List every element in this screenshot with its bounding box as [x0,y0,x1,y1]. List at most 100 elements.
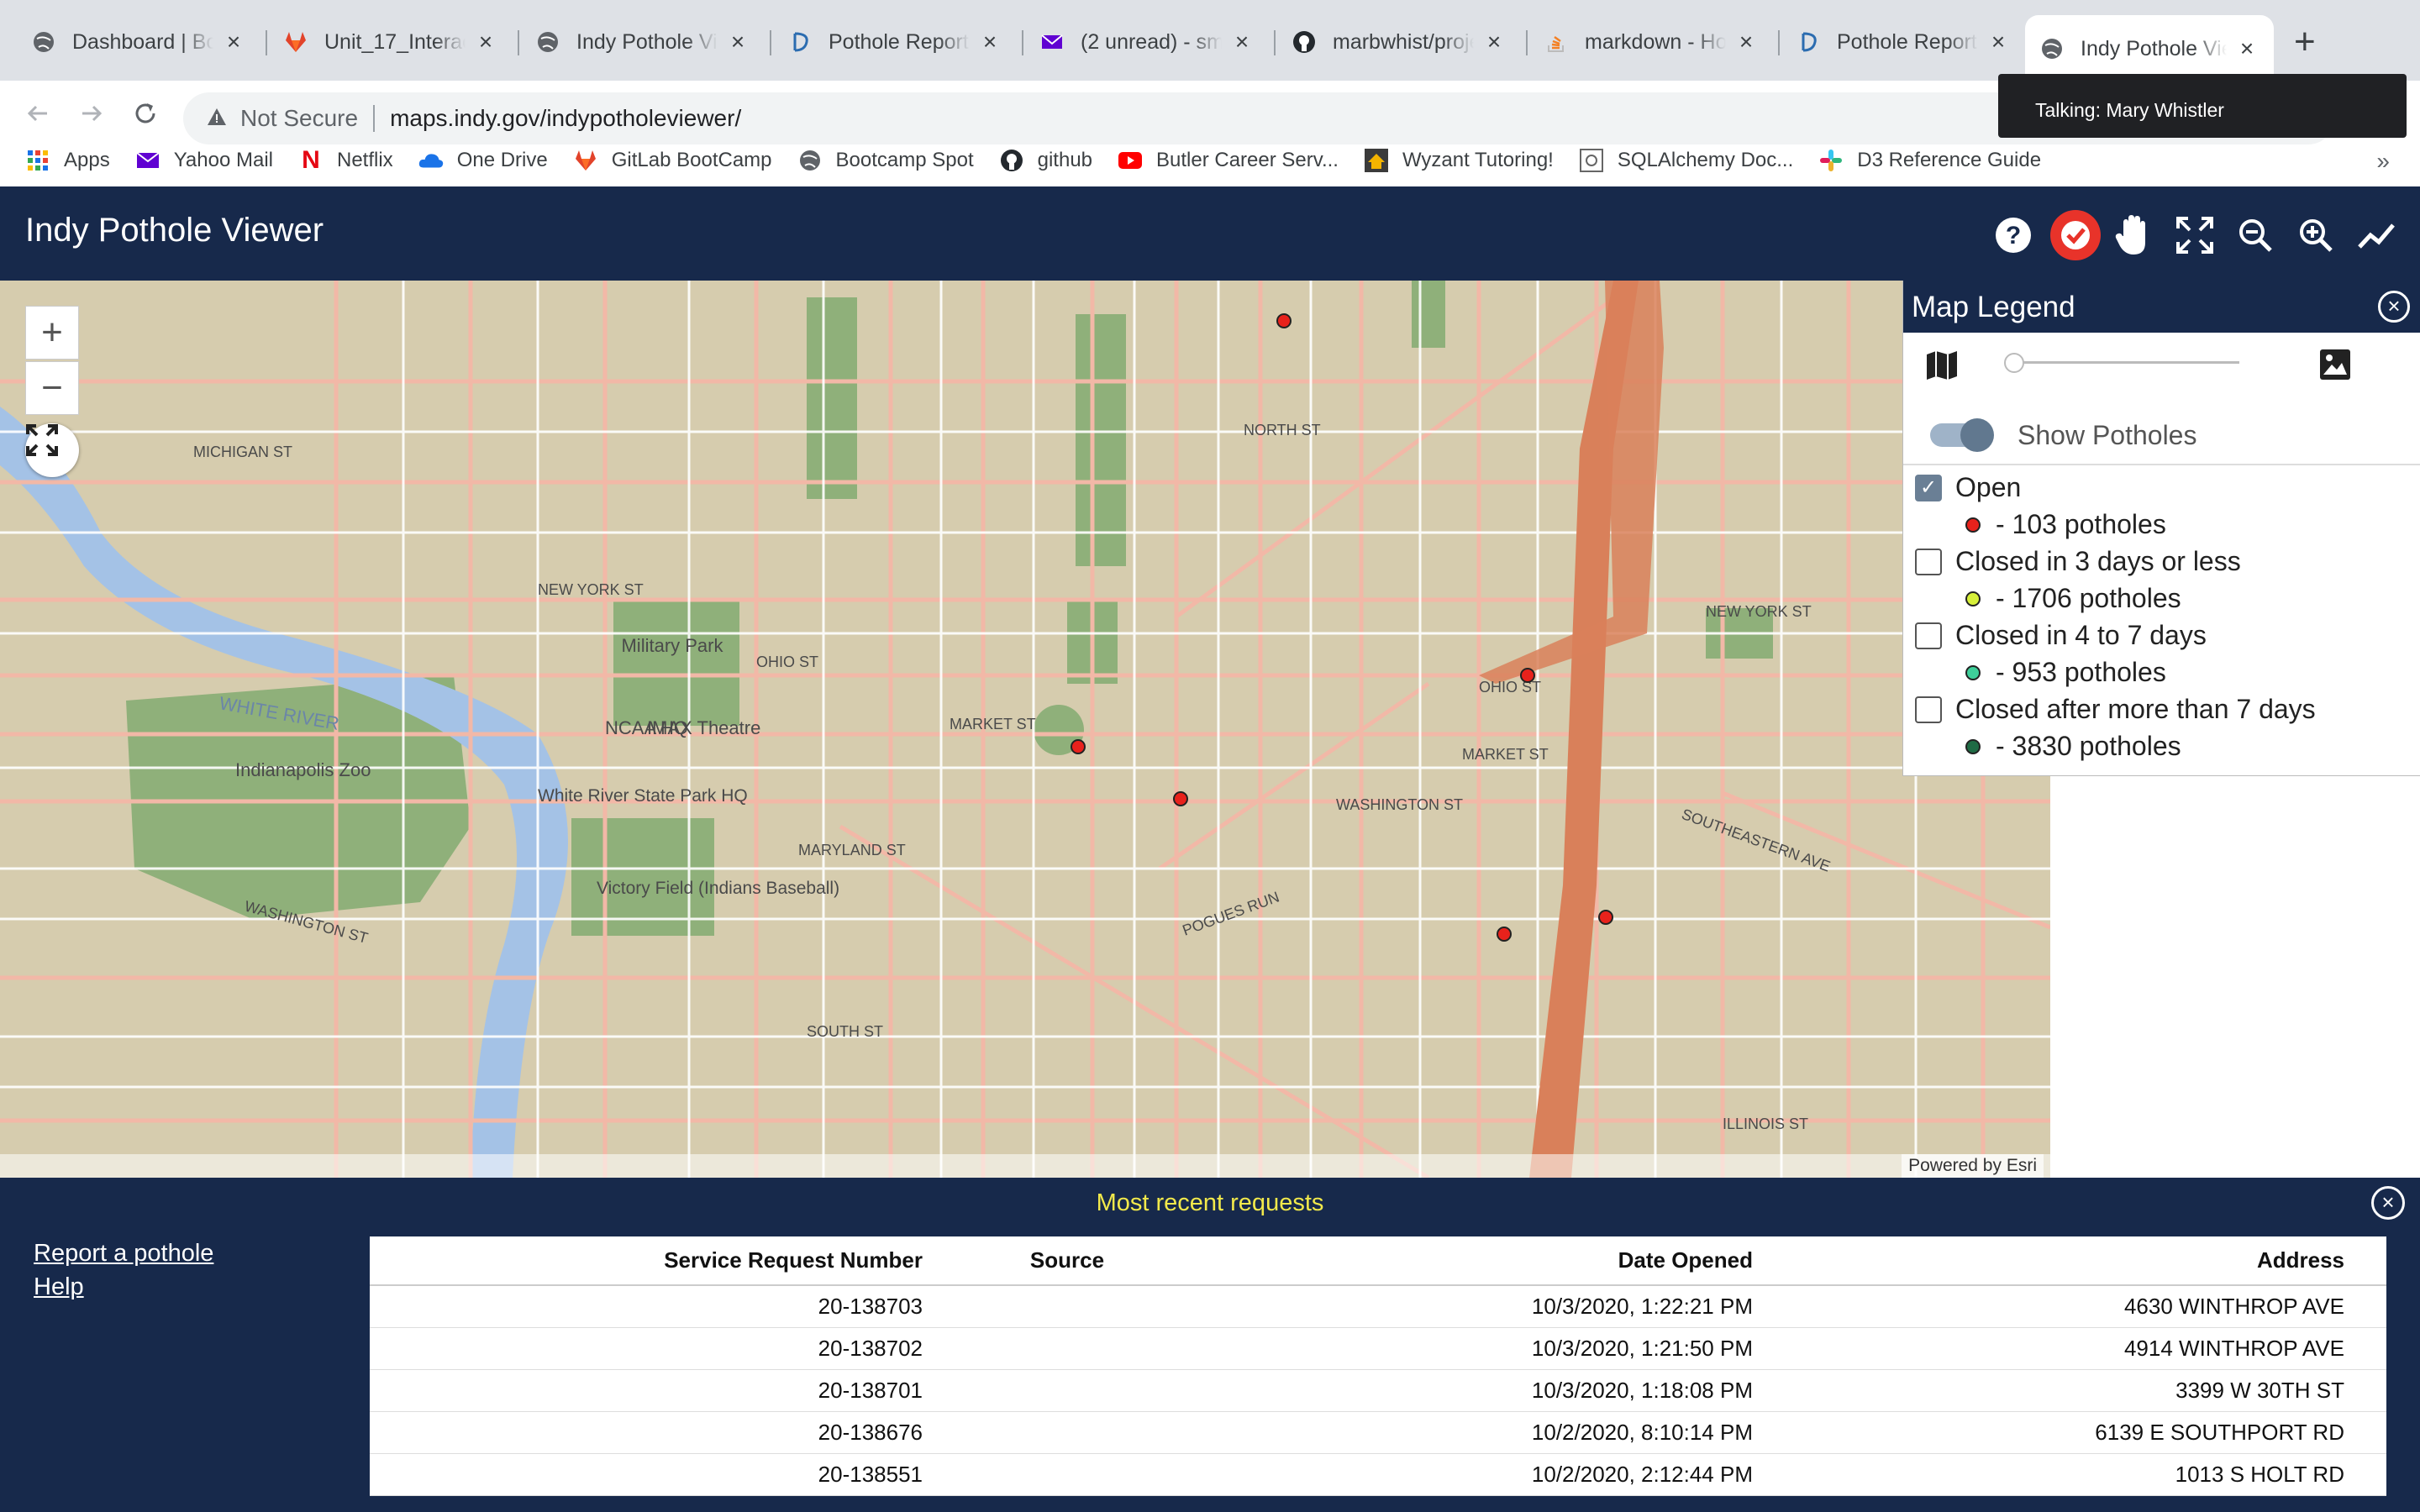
youtube-icon [1118,148,1143,173]
select-tool-button[interactable] [2049,208,2102,262]
count-label: - 3830 potholes [1996,731,2181,761]
security-label[interactable]: Not Secure [240,105,358,132]
category-closed-3-days[interactable]: Closed in 3 days or less [1915,546,2241,577]
back-button[interactable] [15,91,60,136]
help-link[interactable]: Help [34,1270,213,1304]
globe-icon [2040,37,2064,60]
browser-tab[interactable]: Pothole Reporting × [773,20,1017,64]
map-zoom-out-button[interactable]: − [25,361,79,415]
bookmark-wyzant[interactable]: Wyzant Tutoring! [1364,148,1554,173]
legend-title: Map Legend [1912,291,2075,323]
close-tab-icon[interactable]: × [474,29,497,55]
street-label: NEW YORK ST [1706,603,1812,620]
show-potholes-toggle[interactable] [1930,418,1994,452]
table-row[interactable]: 20-138701 10/3/2020, 1:18:08 PM 3399 W 3… [370,1369,2386,1412]
close-tab-icon[interactable]: × [2235,35,2259,62]
bookmark-bootcamp-spot[interactable]: Bootcamp Spot [797,148,974,173]
browser-tab[interactable]: marbwhist/project × [1277,20,1521,64]
label-victory-field: Victory Field (Indians Baseball) [597,879,839,898]
close-tab-icon[interactable]: × [1230,29,1254,55]
checkbox-open[interactable]: ✓ [1915,474,1942,501]
request-number: 20-138701 [370,1369,941,1412]
bookmark-apps[interactable]: Apps [25,148,110,173]
label-zoo: Indianapolis Zoo [235,759,371,780]
slider-handle[interactable] [2004,353,2024,373]
netflix-icon: N [302,146,320,174]
column-header[interactable]: Date Opened [1193,1236,1765,1286]
url-text[interactable]: maps.indy.gov/indypotholeviewer/ [390,105,741,132]
category-label: Closed in 4 to 7 days [1955,620,2207,650]
bookmark-yahoo-mail[interactable]: Yahoo Mail [135,148,273,173]
full-extent-button[interactable] [2171,212,2218,259]
slack-icon [1818,148,1844,173]
close-tab-icon[interactable]: × [222,29,245,55]
imagery-basemap-icon[interactable] [2318,348,2352,386]
park-area [1412,281,1445,348]
mail-icon [135,148,160,173]
new-tab-button[interactable]: + [2294,22,2316,62]
browser-tab[interactable]: Unit_17_Interactive × [269,20,513,64]
panel-close-button[interactable]: × [2371,1186,2405,1220]
browser-tab[interactable]: Indy Pothole Viewer × [521,20,765,64]
recent-requests-table: Service Request Number Source Date Opene… [370,1236,2386,1496]
column-header[interactable]: Source [941,1236,1193,1286]
browser-tab[interactable]: Dashboard | Bootcamp × [17,20,260,64]
forward-button[interactable] [69,91,114,136]
bookmark-one-drive[interactable]: One Drive [418,148,548,173]
zoom-in-button[interactable] [2292,212,2339,259]
category-open[interactable]: ✓ Open [1915,472,2021,503]
pan-tool-button[interactable] [2111,212,2158,259]
basemap-opacity-slider[interactable] [2012,361,2239,364]
bookmarks-overflow-button[interactable]: » [2376,148,2390,175]
table-row[interactable]: 20-138703 10/3/2020, 1:22:21 PM 4630 WIN… [370,1285,2386,1328]
bookmark-gitlab[interactable]: GitLab BootCamp [573,148,772,173]
bookmark-sqlalchemy[interactable]: SQLAlchemy Doc... [1579,148,1793,173]
map-basemap-icon[interactable] [1925,348,1959,386]
zoom-out-button[interactable] [2232,212,2279,259]
legend-dot-red [1965,517,1981,533]
street-label: WASHINGTON ST [1336,796,1463,813]
browser-tab[interactable]: (2 unread) - smail × [1025,20,1269,64]
close-tab-icon[interactable]: × [1734,29,1758,55]
bookmark-label: Yahoo Mail [173,149,273,171]
category-label: Open [1955,472,2022,502]
checkbox-closed-4-7-days[interactable] [1915,622,1942,649]
category-closed-4-7-days[interactable]: Closed in 4 to 7 days [1915,620,2207,651]
request-number: 20-138551 [370,1453,941,1496]
pothole-marker-open [1520,668,1535,683]
help-button[interactable]: ? [1990,212,2037,259]
trend-button[interactable] [2353,212,2400,259]
legend-close-button[interactable]: × [2378,291,2410,323]
close-tab-icon[interactable]: × [1482,29,1506,55]
bookmark-netflix[interactable]: N Netflix [298,146,393,174]
tab-title: marbwhist/project [1333,29,1474,54]
checkbox-closed-3-days[interactable] [1915,548,1942,575]
request-source [941,1453,1193,1496]
column-header[interactable]: Address [1765,1236,2386,1286]
date-opened: 10/3/2020, 1:18:08 PM [1193,1369,1765,1412]
close-tab-icon[interactable]: × [726,29,750,55]
reload-icon [135,103,155,123]
pothole-marker-open [1071,739,1086,754]
checkbox-closed-over-7-days[interactable] [1915,696,1942,723]
bookmark-label: Apps [64,149,110,171]
column-header[interactable]: Service Request Number [370,1236,941,1286]
reload-button[interactable] [123,91,168,136]
close-tab-icon[interactable]: × [1986,29,2010,55]
table-row[interactable]: 20-138702 10/3/2020, 1:21:50 PM 4914 WIN… [370,1327,2386,1370]
close-tab-icon[interactable]: × [978,29,1002,55]
bookmark-github[interactable]: github [999,148,1092,173]
count-closed-over-7-days: - 3830 potholes [1965,731,2181,762]
map-zoom-in-button[interactable]: + [25,306,79,360]
table-row[interactable]: 20-138676 10/2/2020, 8:10:14 PM 6139 E S… [370,1411,2386,1454]
map-view[interactable]: Military Park NCAA HQ IMAX Theatre India… [0,281,2050,1178]
date-opened: 10/3/2020, 1:22:21 PM [1193,1285,1765,1328]
bookmark-d3-reference[interactable]: D3 Reference Guide [1818,148,2041,173]
map-fullscreen-button[interactable] [25,423,79,477]
browser-tab[interactable]: markdown - How to × [1529,20,1773,64]
browser-tab[interactable]: Pothole Reporting × [1781,20,2025,64]
category-closed-over-7-days[interactable]: Closed after more than 7 days [1915,694,2316,725]
bookmark-butler-career[interactable]: Butler Career Serv... [1118,148,1339,173]
report-pothole-link[interactable]: Report a pothole [34,1236,213,1270]
table-row[interactable]: 20-138551 10/2/2020, 2:12:44 PM 1013 S H… [370,1453,2386,1496]
